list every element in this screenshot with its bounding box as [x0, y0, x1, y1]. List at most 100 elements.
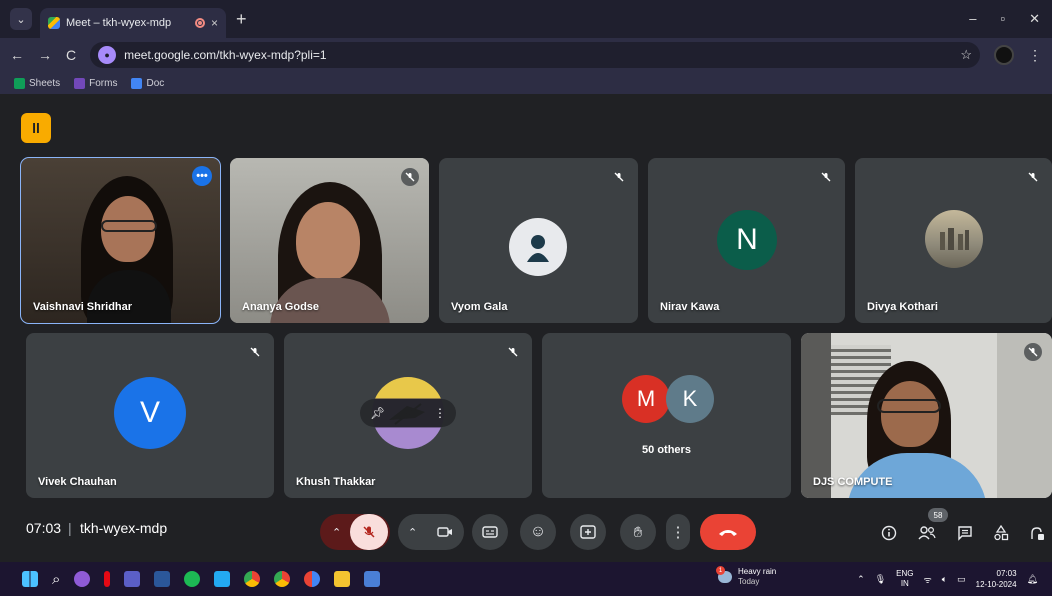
activities-button[interactable] [990, 522, 1012, 544]
emoji-icon: ☺ [529, 523, 547, 540]
more-options-icon[interactable]: ••• [192, 166, 212, 186]
chrome-icon[interactable] [244, 571, 261, 587]
camera-toggle-button[interactable] [430, 517, 460, 547]
lang-bottom: IN [900, 579, 909, 588]
photos-icon[interactable] [364, 571, 381, 587]
microphone-icon[interactable]: 🎙︎ [875, 574, 886, 585]
minimize-button[interactable]: – [969, 11, 976, 27]
teams-icon[interactable] [124, 571, 141, 587]
start-icon[interactable] [22, 571, 38, 587]
wifi-icon[interactable]: ᯤ [924, 573, 932, 586]
reload-button[interactable]: C [66, 47, 76, 63]
participant-tile[interactable]: 📌︎ ⋮ Khush Thakkar [284, 333, 532, 498]
bookmark-star-icon[interactable]: ☆ [960, 47, 972, 63]
site-info-icon[interactable]: ● [98, 46, 117, 64]
url-input[interactable]: ● meet.google.com/tkh-wyex-mdp?pli=1 ☆ [90, 42, 980, 68]
file-explorer-icon[interactable] [334, 571, 351, 587]
participant-name: DJS COMPUTE [813, 476, 893, 488]
camera-control-group: ⌃ [398, 514, 464, 550]
activities-icon [994, 525, 1009, 541]
meeting-controls-bar: 07:03 | tkh-wyex-mdp ⌃ ⌃ ☺ ✋︎ ⋮ 58 [0, 508, 1052, 562]
mic-off-icon [1024, 168, 1042, 186]
url-text: meet.google.com/tkh-wyex-mdp?pli=1 [124, 48, 327, 62]
restore-button[interactable]: ▫ [1000, 11, 1005, 27]
browser-tab[interactable]: Meet – tkh-wyex-mdp × [40, 8, 226, 38]
volume-icon[interactable]: 🔈︎ [942, 574, 947, 585]
more-options-button[interactable]: ⋮ [666, 514, 690, 550]
lock-person-icon [1031, 527, 1044, 540]
tab-close-button[interactable]: × [211, 16, 218, 30]
tab-title: Meet – tkh-wyex-mdp [66, 17, 172, 29]
participant-tile[interactable]: Ananya Godse [230, 158, 429, 323]
meet-app-icon[interactable]: ll [21, 113, 51, 143]
mic-off-icon [246, 343, 264, 361]
raise-hand-button[interactable]: ✋︎ [620, 514, 656, 550]
weather-subtitle: Today [738, 577, 760, 586]
taskbar-time: 07:03 [996, 569, 1017, 578]
back-button[interactable]: ← [10, 47, 24, 63]
divider: | [68, 520, 72, 536]
participant-tile[interactable]: N Nirav Kawa [648, 158, 845, 323]
participant-name: Vivek Chauhan [38, 476, 117, 488]
captions-button[interactable] [472, 514, 508, 550]
chat-icon [958, 526, 972, 541]
profile-avatar[interactable] [994, 45, 1014, 65]
participant-tile[interactable]: DJS COMPUTE [801, 333, 1052, 498]
more-options-icon[interactable]: ⋮ [434, 406, 446, 420]
browser-menu-icon[interactable]: ⋮ [1028, 47, 1042, 64]
browser-tab-bar: ⌄ Meet – tkh-wyex-mdp × + – ▫ ✕ [0, 0, 1052, 38]
present-screen-button[interactable] [570, 514, 606, 550]
participant-tile[interactable]: Vyom Gala [439, 158, 638, 323]
bookmark-doc[interactable]: Doc [131, 77, 165, 89]
bookmark-forms[interactable]: Forms [74, 77, 117, 89]
chat-button[interactable] [954, 522, 976, 544]
bookmark-label: Sheets [29, 77, 61, 89]
chrome-active-icon[interactable] [304, 571, 321, 587]
tab-search-button[interactable]: ⌄ [10, 8, 32, 30]
vscode-icon[interactable] [214, 571, 231, 587]
host-controls-button[interactable] [1026, 522, 1048, 544]
mic-off-icon [401, 168, 419, 186]
forward-button[interactable]: → [38, 47, 52, 63]
more-vert-icon: ⋮ [670, 524, 686, 541]
pin-icon[interactable]: 📌︎ [370, 406, 385, 420]
bookmark-sheets[interactable]: Sheets [14, 77, 61, 89]
search-icon[interactable]: ⌕ [52, 571, 60, 588]
bookmark-label: Doc [146, 77, 165, 89]
word-icon[interactable] [154, 571, 171, 587]
video-options-chevron-icon[interactable]: ⌃ [408, 526, 417, 539]
people-button[interactable] [916, 522, 938, 544]
emoji-reaction-button[interactable]: ☺ [520, 514, 556, 550]
participant-tile[interactable]: V Vivek Chauhan [26, 333, 274, 498]
participant-tile[interactable]: Divya Kothari [855, 158, 1052, 323]
spotify-icon[interactable] [184, 571, 201, 587]
language-indicator[interactable]: ENG IN [896, 569, 913, 589]
copilot-icon[interactable] [74, 571, 91, 587]
participant-tile[interactable]: ••• Vaishnavi Shridhar [20, 157, 221, 324]
meeting-clock: 07:03 [26, 520, 62, 536]
chrome-profile-icon[interactable] [274, 571, 291, 587]
close-window-button[interactable]: ✕ [1029, 11, 1040, 27]
netflix-icon[interactable] [104, 571, 111, 587]
mic-toggle-button[interactable] [350, 514, 388, 550]
captions-icon [482, 526, 498, 538]
lang-top: ENG [896, 569, 914, 578]
weather-widget[interactable]: 1 Heavy rain Today [716, 566, 777, 587]
taskbar-clock[interactable]: 07:03 12-10-2024 [976, 568, 1017, 590]
tile-hover-controls: 📌︎ ⋮ [360, 399, 456, 427]
participant-name: Vaishnavi Shridhar [33, 301, 133, 313]
meeting-info-button[interactable] [878, 522, 900, 544]
others-tile[interactable]: M K 50 others [542, 333, 791, 498]
leave-call-button[interactable] [700, 514, 756, 550]
docs-icon [131, 77, 143, 89]
others-count-label: 50 others [642, 444, 691, 456]
new-tab-button[interactable]: + [236, 9, 247, 30]
show-hidden-icons-chevron-icon[interactable]: ⌃ [857, 574, 865, 585]
weather-title: Heavy rain [738, 567, 777, 576]
mic-off-icon [363, 526, 375, 538]
notification-bell-icon[interactable]: 🔔︎ [1027, 574, 1038, 585]
audio-options-chevron-icon[interactable]: ⌃ [332, 526, 341, 539]
participant-avatar [925, 210, 983, 268]
battery-icon[interactable]: ▭ [957, 574, 966, 585]
participants-count-badge: 58 [928, 508, 948, 522]
